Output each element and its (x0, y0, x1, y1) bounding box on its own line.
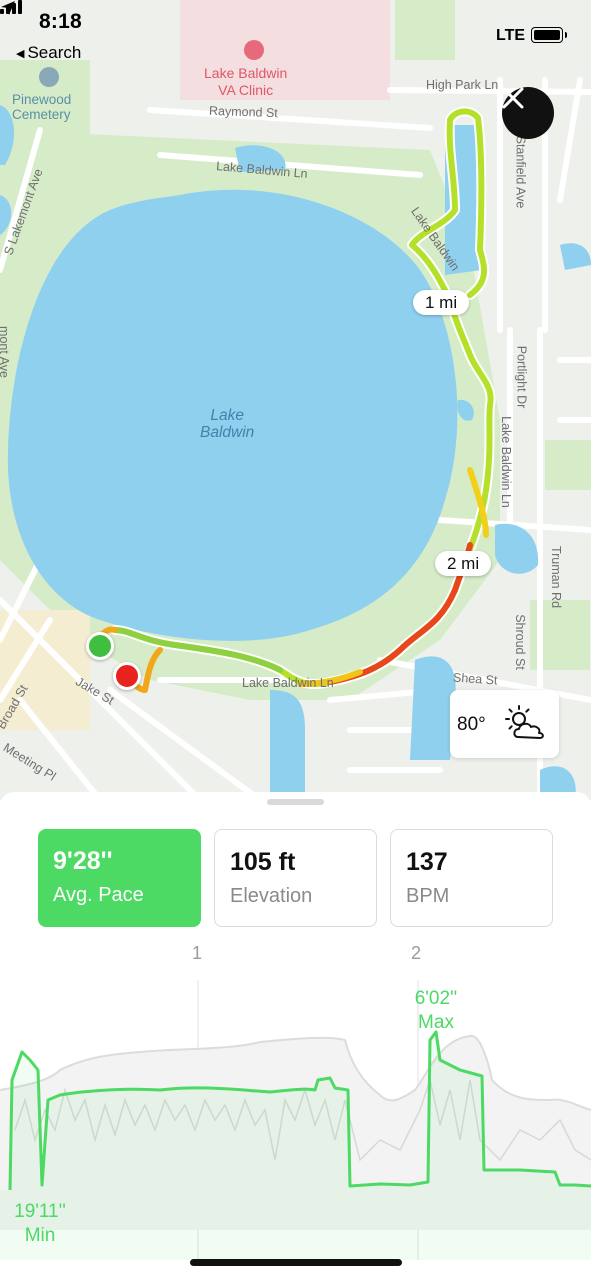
pace-max-label: Max (418, 1012, 454, 1033)
cemetery-icon (39, 67, 59, 87)
street-truman: Truman Rd (549, 545, 564, 609)
metric-card-elevation[interactable]: 105 ft Elevation (214, 829, 377, 927)
pace-label: Avg. Pace (53, 884, 144, 906)
street-high-park: High Park Ln (426, 78, 499, 92)
street-lake-baldwin-bottom: Lake Baldwin Ln (242, 676, 334, 690)
pace-min-annotation: 19'11'' Min (2, 1200, 78, 1248)
partly-cloudy-icon (505, 705, 544, 739)
battery-icon (531, 27, 567, 43)
weather-temperature: 80° (457, 714, 486, 735)
status-bar: 8:18 ◀ Search LTE (0, 0, 591, 70)
street-shea: Shea St (452, 670, 498, 688)
pace-max-annotation: 6'02'' Max (402, 987, 470, 1035)
street-mont-ave: mont Ave (0, 326, 11, 378)
route-map[interactable]: Lake Baldwin VA Clinic Pinewood Cemetery… (0, 0, 591, 800)
bpm-label: BPM (406, 885, 450, 907)
close-button[interactable] (502, 87, 554, 139)
poi-clinic[interactable]: Lake Baldwin VA Clinic (204, 40, 288, 99)
elevation-label: Elevation (230, 885, 313, 907)
weather-badge: 80° (450, 690, 559, 758)
network-type: LTE (496, 27, 526, 44)
poi-clinic-label: Lake Baldwin VA Clinic (204, 65, 288, 98)
street-portlight: Portlight Dr (514, 345, 529, 409)
pace-chart[interactable] (0, 940, 591, 1260)
sheet-grabber[interactable] (267, 799, 324, 805)
pace-min-label: Min (24, 1225, 56, 1246)
mile-marker-1: 1 mi (413, 290, 470, 315)
pace-min-value: 19'11'' (14, 1201, 66, 1222)
metric-card-bpm[interactable]: 137 BPM (390, 829, 553, 927)
chart-mile-1: 1 (192, 943, 203, 963)
route-start-marker (86, 632, 114, 660)
street-shroud: Shroud St (512, 614, 527, 670)
street-raymond: Raymond St (208, 103, 279, 121)
poi-cemetery-label: Pinewood Cemetery (12, 92, 72, 122)
metric-card-pace[interactable]: 9'28'' Avg. Pace (38, 829, 201, 927)
back-to-search[interactable]: ◀ Search (16, 43, 81, 63)
cell-signal-icon (0, 0, 22, 14)
back-label: Search (27, 43, 82, 62)
pace-max-value: 6'02'' (414, 988, 458, 1009)
lake-label: Lake Baldwin (200, 407, 255, 441)
street-lake-baldwin-right: Lake Baldwin Ln (498, 416, 513, 508)
chart-mile-2: 2 (411, 943, 422, 963)
street-stanfield: Stanfield Ave (513, 135, 528, 209)
pace-value: 9'28'' (53, 847, 113, 875)
home-indicator[interactable] (190, 1259, 402, 1266)
elevation-value: 105 ft (230, 848, 296, 876)
back-arrow-icon: ◀ (16, 48, 25, 60)
status-time: 8:18 (39, 10, 82, 33)
mile-marker-2: 2 mi (435, 551, 492, 576)
close-icon (502, 87, 524, 109)
bpm-value: 137 (406, 848, 448, 876)
route-end-marker (113, 662, 141, 690)
poi-cemetery[interactable]: Pinewood Cemetery (12, 67, 72, 122)
